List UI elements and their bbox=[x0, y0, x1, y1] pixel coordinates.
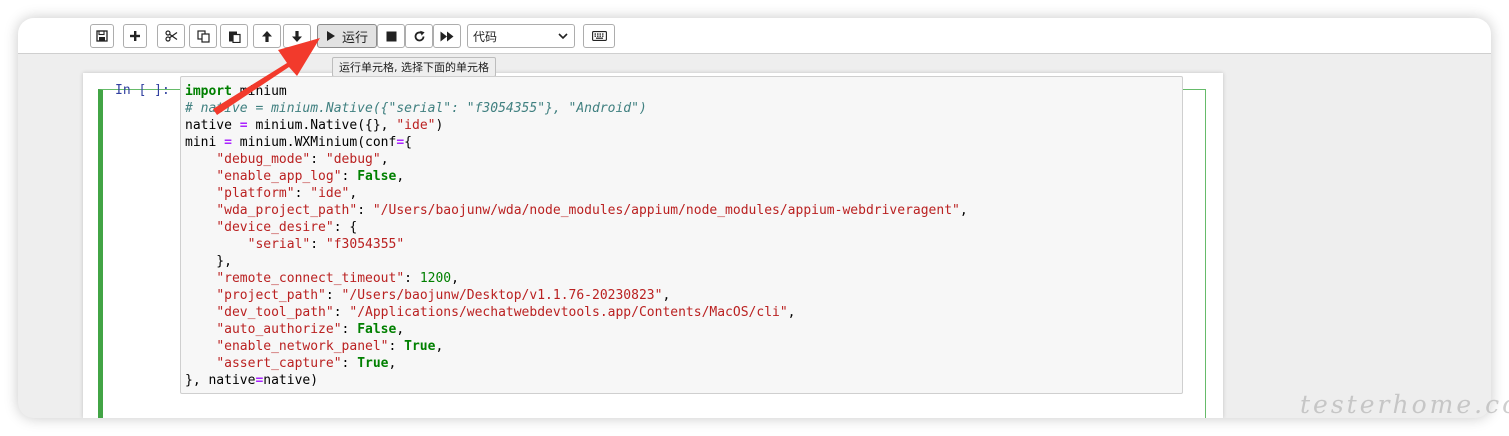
red-arrow-icon bbox=[213, 38, 320, 115]
annotation-arrow bbox=[213, 38, 320, 115]
watermark-text: testerhome.com bbox=[1300, 390, 1509, 419]
